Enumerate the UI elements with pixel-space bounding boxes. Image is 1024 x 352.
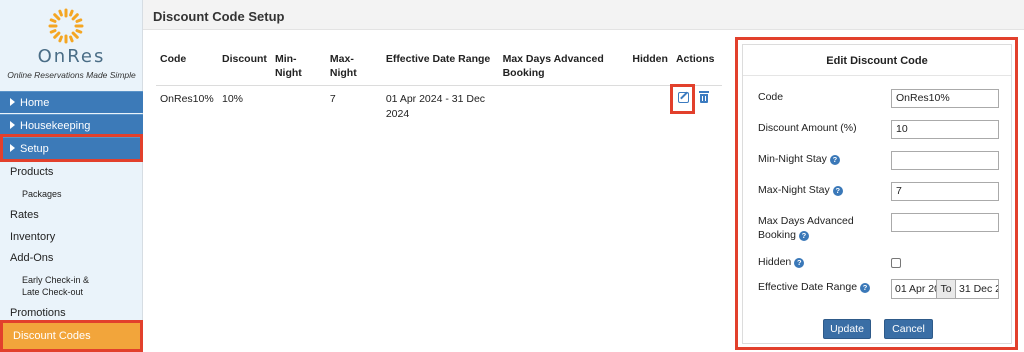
max-night-label-text: Max-Night Stay [758, 184, 830, 196]
max-days-input[interactable] [891, 213, 999, 232]
date-from-input[interactable]: 01 Apr 2024 [892, 280, 936, 298]
discount-codes-table: Code Discount Min-Night Max-Night Effect… [156, 50, 722, 128]
column-header-max-night: Max-Night [325, 50, 382, 86]
code-label: Code [758, 91, 784, 103]
table-row: OnRes10% 10% 7 01 Apr 2024 - 31 Dec 2024 [156, 86, 722, 129]
max-night-label: Max-Night Stay? [758, 183, 843, 197]
caret-right-icon [10, 98, 15, 106]
max-days-label: Max Days Advanced Booking? [758, 214, 863, 242]
column-header-hidden: Hidden [628, 50, 672, 86]
max-night-input[interactable]: 7 [891, 182, 999, 201]
page-title: Discount Code Setup [153, 9, 285, 24]
column-header-date-range: Effective Date Range [381, 50, 499, 86]
table-header-row: Code Discount Min-Night Max-Night Effect… [156, 50, 722, 86]
logo-tagline: Online Reservations Made Simple [7, 70, 136, 80]
hidden-label-text: Hidden [758, 256, 792, 268]
hidden-checkbox[interactable] [891, 258, 901, 268]
trash-lid [699, 91, 709, 93]
cell-date-range: 01 Apr 2024 - 31 Dec 2024 [385, 93, 486, 120]
column-header-code: Code [156, 50, 218, 86]
help-icon[interactable]: ? [860, 283, 871, 293]
date-range-label: Effective Date Range? [758, 280, 871, 294]
edit-discount-panel: Edit Discount Code Code OnRes10% Discoun… [742, 44, 1012, 344]
date-to-input[interactable]: 31 Dec 2024 [956, 280, 998, 298]
help-icon[interactable]: ? [832, 186, 843, 196]
min-night-input[interactable] [891, 151, 999, 170]
cell-code: OnRes10% [160, 93, 214, 105]
sidebar-item-promotions[interactable]: Promotions [10, 307, 66, 319]
panel-title: Edit Discount Code [826, 55, 928, 67]
setup-highlight [0, 134, 143, 162]
hidden-label: Hidden? [758, 255, 805, 269]
sidebar-item-early-checkin[interactable]: Early Check-in & Late Check-out [22, 274, 89, 298]
app: OnRes Online Reservations Made Simple Ho… [0, 0, 1024, 352]
sidebar-item-addons[interactable]: Add-Ons [10, 252, 53, 264]
sidebar-item-label: Early Check-in & [22, 275, 90, 285]
min-night-label-text: Min-Night Stay [758, 153, 827, 165]
cell-min-night [271, 86, 326, 129]
date-range-group: 01 Apr 2024 To 31 Dec 2024 [891, 279, 999, 299]
cell-max-days [499, 86, 629, 129]
sidebar-item-products[interactable]: Products [10, 166, 53, 178]
sun-logo-icon [48, 8, 84, 44]
discount-amount-label: Discount Amount (%) [758, 122, 857, 134]
sidebar-item-inventory[interactable]: Inventory [10, 231, 55, 243]
sidebar-item-label: Home [20, 97, 50, 109]
cancel-button[interactable]: Cancel [884, 319, 933, 339]
cell-discount: 10% [221, 93, 243, 105]
logo[interactable]: OnRes Online Reservations Made Simple [0, 0, 142, 90]
sidebar-item-label: Late Check-out [22, 287, 84, 297]
trash-icon[interactable] [699, 91, 709, 103]
update-button[interactable]: Update [823, 319, 871, 339]
caret-right-icon [10, 121, 15, 129]
sidebar: OnRes Online Reservations Made Simple Ho… [0, 0, 143, 352]
sidebar-item-housekeeping[interactable]: Housekeeping [0, 114, 143, 136]
date-to-label: To [936, 280, 956, 298]
sidebar-item-rates[interactable]: Rates [10, 209, 39, 221]
edit-icon[interactable] [678, 92, 689, 103]
help-icon[interactable]: ? [794, 258, 805, 268]
column-header-max-days: Max Days Advanced Booking [498, 50, 629, 86]
sidebar-item-label: Housekeeping [20, 120, 91, 132]
column-header-discount: Discount [217, 50, 271, 86]
sidebar-item-discount-codes[interactable]: Discount Codes [0, 320, 143, 352]
page-header: Discount Code Setup [143, 0, 1024, 30]
sidebar-item-packages[interactable]: Packages [22, 188, 62, 200]
column-header-actions: Actions [671, 50, 722, 86]
date-range-label-text: Effective Date Range [758, 281, 858, 293]
min-night-label: Min-Night Stay? [758, 152, 840, 166]
logo-text: OnRes [37, 46, 106, 67]
cell-hidden [628, 86, 672, 129]
divider [743, 75, 1011, 76]
trash-body [700, 94, 708, 103]
code-input[interactable]: OnRes10% [891, 89, 999, 108]
column-header-min-night: Min-Night [270, 50, 326, 86]
cell-max-night: 7 [329, 93, 336, 105]
help-icon[interactable]: ? [798, 231, 809, 241]
sidebar-item-home[interactable]: Home [0, 91, 143, 113]
help-icon[interactable]: ? [829, 155, 840, 165]
discount-amount-input[interactable]: 10 [891, 120, 999, 139]
